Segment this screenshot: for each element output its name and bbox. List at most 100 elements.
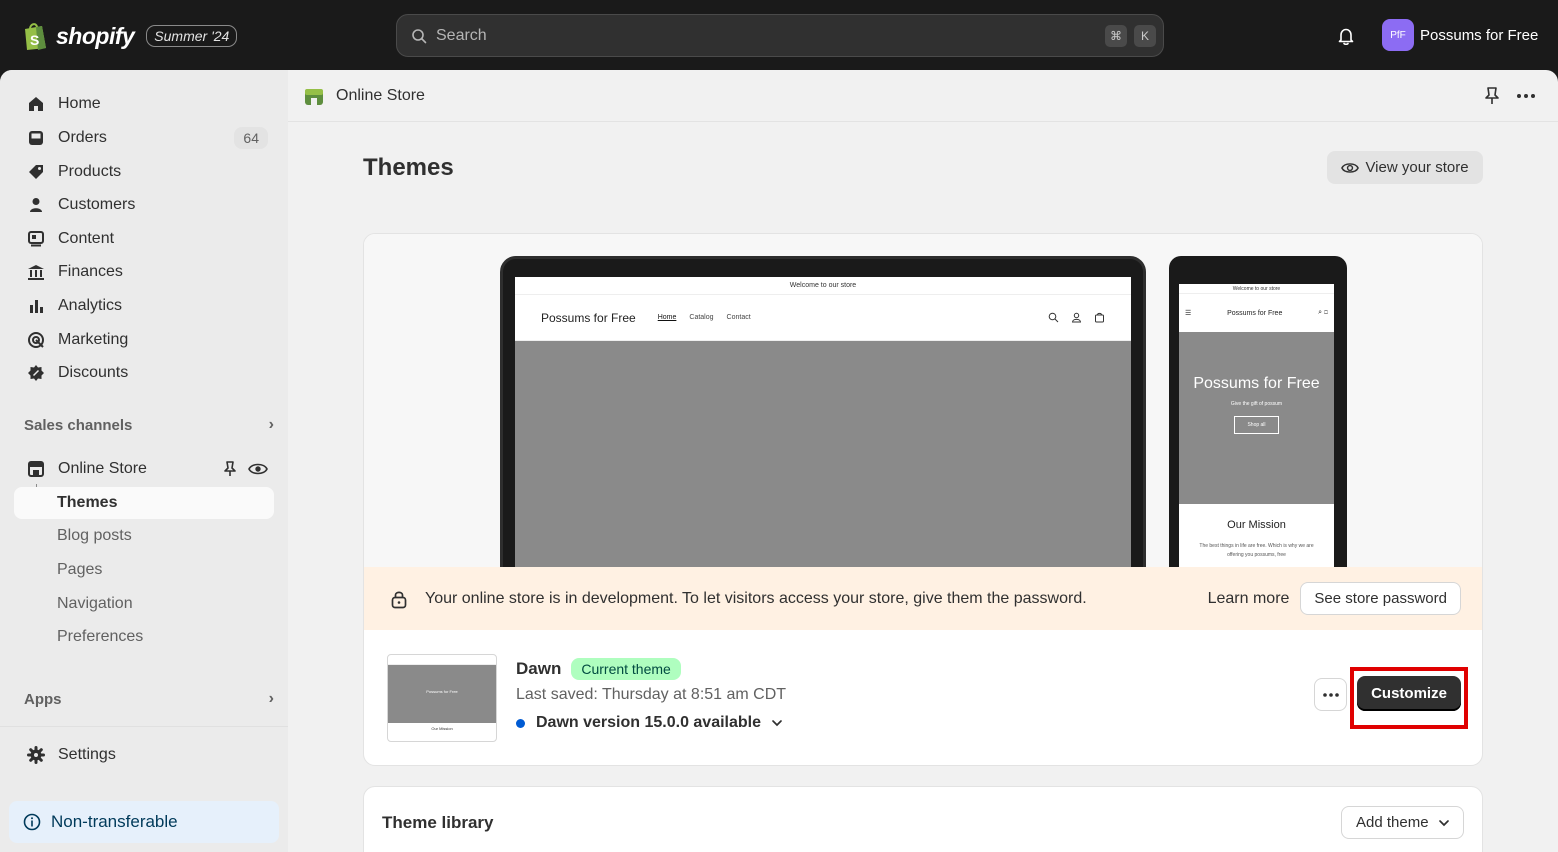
sidebar-item-label: Navigation — [57, 595, 133, 612]
chevron-right-icon: › — [268, 690, 274, 707]
discount-icon — [26, 363, 46, 383]
bank-icon — [26, 262, 46, 282]
sidebar-item-settings[interactable]: Settings — [14, 739, 274, 771]
current-theme-row: Possums for Free Our Mission Dawn Curren… — [364, 630, 1482, 765]
sidebar-item-marketing[interactable]: Marketing — [14, 324, 274, 356]
sidebar-item-label: Customers — [58, 196, 136, 213]
store-nav-link: Contact — [726, 314, 751, 321]
more-options-icon[interactable] — [1515, 86, 1537, 106]
store-icon — [26, 459, 46, 479]
cart-icon — [1095, 312, 1104, 323]
apps-label: Apps — [24, 690, 62, 708]
add-theme-button[interactable]: Add theme — [1341, 806, 1464, 839]
theme-name-row: Dawn Current theme — [516, 658, 681, 680]
view-store-button[interactable]: View your store — [1327, 151, 1483, 184]
eye-icon[interactable] — [248, 461, 268, 477]
store-header: Possums for Free Home Catalog Contact — [515, 295, 1131, 341]
non-transferable-label: Non-transferable — [51, 812, 178, 831]
sales-channels-header[interactable]: Sales channels › — [24, 416, 274, 434]
hero-button: Shop all — [1234, 416, 1279, 434]
learn-more-link[interactable]: Learn more — [1208, 590, 1290, 608]
theme-actions-button[interactable] — [1314, 678, 1347, 711]
hero-subtitle: Give the gift of possum — [1230, 401, 1283, 407]
sidebar-item-finances[interactable]: Finances — [14, 256, 274, 288]
sidebar-item-label: Home — [58, 95, 101, 112]
search-input[interactable]: Search ⌘ K — [396, 14, 1164, 57]
version-available[interactable]: Dawn version 15.0.0 available — [516, 714, 784, 732]
page-title: Themes — [363, 154, 454, 181]
sidebar-item-label: Content — [58, 230, 115, 247]
online-store-icon — [305, 88, 323, 105]
sidebar-item-orders[interactable]: Orders 64 — [14, 122, 274, 154]
add-theme-label: Add theme — [1356, 814, 1429, 831]
mission-title: Our Mission — [1227, 519, 1286, 531]
sidebar-item-themes[interactable]: Themes — [14, 487, 274, 519]
mission-text: The best things in life are free. Which … — [1199, 543, 1314, 558]
sidebar-item-customers[interactable]: Customers — [14, 189, 274, 221]
store-header-icons — [1048, 312, 1105, 323]
theme-preview[interactable]: Welcome to our store Possums for Free Ho… — [364, 234, 1482, 577]
eye-icon — [1341, 162, 1360, 173]
hero-title: Possums for Free — [1193, 375, 1320, 392]
current-theme-badge: Current theme — [571, 658, 681, 680]
menu-icon: ☰ — [1185, 310, 1192, 317]
sidebar-item-blog-posts[interactable]: Blog posts — [14, 520, 274, 552]
current-theme-card: Welcome to our store Possums for Free Ho… — [363, 233, 1483, 766]
sidebar-item-label: Marketing — [58, 331, 129, 348]
store-nav-link: Catalog — [689, 314, 714, 321]
orders-count-badge: 64 — [234, 127, 268, 149]
admin-frame: Home Orders 64 Products Customers Conten… — [0, 70, 1558, 852]
more-options-icon — [1322, 692, 1339, 697]
thumb-mission: Our Mission — [431, 726, 453, 731]
last-saved-text: Last saved: Thursday at 8:51 am CDT — [516, 686, 787, 703]
see-store-password-button[interactable]: See store password — [1300, 582, 1461, 615]
sidebar-item-pages[interactable]: Pages — [14, 554, 274, 586]
avatar: PfF — [1382, 19, 1414, 51]
sidebar-divider — [0, 726, 288, 727]
sidebar-item-discounts[interactable]: Discounts — [14, 357, 274, 389]
apps-header[interactable]: Apps › — [24, 690, 274, 708]
customize-button[interactable]: Customize — [1357, 676, 1461, 711]
announcement-bar: Welcome to our store — [1179, 284, 1334, 294]
pin-icon[interactable] — [1483, 86, 1501, 106]
sidebar-item-online-store[interactable]: Online Store — [14, 453, 274, 485]
thumb-hero: Possums for Free — [388, 665, 496, 723]
account-store-name: Possums for Free — [1420, 26, 1539, 44]
person-icon — [26, 195, 46, 215]
sidebar-item-label: Settings — [58, 746, 116, 763]
non-transferable-banner[interactable]: Non-transferable — [9, 801, 279, 843]
logo-wordmark: shopify — [56, 22, 135, 49]
sidebar-item-products[interactable]: Products — [14, 156, 274, 188]
edition-badge[interactable]: Summer '24 — [146, 25, 238, 47]
pin-icon[interactable] — [222, 460, 238, 478]
sidebar-item-analytics[interactable]: Analytics — [14, 290, 274, 322]
version-label: Dawn version 15.0.0 available — [536, 714, 762, 731]
sidebar-item-home[interactable]: Home — [14, 88, 274, 120]
development-message: Your online store is in development. To … — [425, 589, 1087, 607]
chevron-right-icon: › — [268, 416, 274, 433]
hero-image-placeholder — [515, 341, 1131, 577]
account-menu[interactable]: PfF Possums for Free — [1382, 19, 1538, 51]
desktop-preview: Welcome to our store Possums for Free Ho… — [500, 256, 1146, 577]
sidebar-item-label: Preferences — [57, 628, 144, 645]
theme-thumbnail[interactable]: Possums for Free Our Mission — [387, 654, 497, 742]
header-icons: ⌕ ◻ — [1318, 309, 1328, 316]
theme-library-title: Theme library — [382, 813, 494, 832]
shopify-logo[interactable]: S shopify Summer '24 — [22, 20, 238, 52]
view-store-label: View your store — [1365, 159, 1469, 176]
sidebar-item-preferences[interactable]: Preferences — [14, 621, 274, 653]
sidebar-item-navigation[interactable]: Navigation — [14, 588, 274, 620]
sidebar-item-label: Finances — [58, 263, 123, 280]
chevron-down-icon — [772, 720, 782, 727]
bell-icon[interactable] — [1336, 26, 1356, 46]
mission-section: Our Mission The best things in life are … — [1179, 504, 1334, 560]
theme-library-card: Theme library Add theme — [363, 786, 1483, 852]
sidebar-item-content[interactable]: Content — [14, 223, 274, 255]
chevron-down-icon — [1438, 819, 1449, 826]
mobile-hero: Possums for Free Give the gift of possum… — [1179, 332, 1334, 504]
breadcrumb-label[interactable]: Online Store — [336, 87, 425, 105]
search-icon — [1048, 312, 1059, 323]
target-icon — [26, 330, 46, 350]
store-nav-link: Home — [657, 314, 677, 321]
thumb-header — [388, 655, 496, 665]
